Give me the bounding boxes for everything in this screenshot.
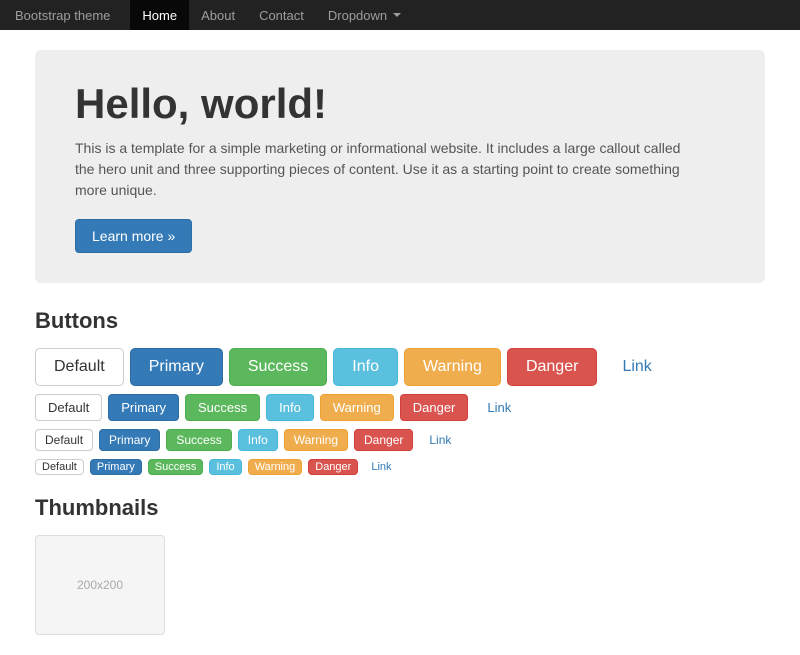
buttons-section-title: Buttons <box>35 308 765 334</box>
btn-danger-md[interactable]: Danger <box>400 394 469 421</box>
btn-warning-xs[interactable]: Warning <box>248 459 303 475</box>
btn-info-sm[interactable]: Info <box>238 429 278 451</box>
button-row-sm: Default Primary Success Info Warning Dan… <box>35 429 765 451</box>
nav-item-about[interactable]: About <box>189 0 247 30</box>
btn-primary-lg[interactable]: Primary <box>130 348 223 386</box>
btn-primary-sm[interactable]: Primary <box>99 429 160 451</box>
thumbnails-section-title: Thumbnails <box>35 495 765 521</box>
btn-danger-xs[interactable]: Danger <box>308 459 358 475</box>
btn-warning-md[interactable]: Warning <box>320 394 394 421</box>
btn-success-xs[interactable]: Success <box>148 459 204 475</box>
hero-heading: Hello, world! <box>75 80 725 128</box>
dropdown-label: Dropdown <box>328 8 387 23</box>
hero-description: This is a template for a simple marketin… <box>75 138 695 201</box>
btn-success-sm[interactable]: Success <box>166 429 231 451</box>
btn-default-xs[interactable]: Default <box>35 459 84 475</box>
btn-info-lg[interactable]: Info <box>333 348 398 386</box>
nav-item-home[interactable]: Home <box>130 0 189 30</box>
btn-default-lg[interactable]: Default <box>35 348 124 386</box>
jumbotron: Hello, world! This is a template for a s… <box>35 50 765 283</box>
button-row-xs: Default Primary Success Info Warning Dan… <box>35 459 765 475</box>
nav-item-dropdown[interactable]: Dropdown <box>316 0 413 30</box>
thumbnail-label: 200x200 <box>77 578 123 592</box>
btn-success-lg[interactable]: Success <box>229 348 327 386</box>
btn-info-md[interactable]: Info <box>266 394 314 421</box>
btn-primary-md[interactable]: Primary <box>108 394 179 421</box>
btn-danger-lg[interactable]: Danger <box>507 348 597 386</box>
learn-more-button[interactable]: Learn more » <box>75 219 192 253</box>
btn-link-md[interactable]: Link <box>474 394 524 421</box>
buttons-section: Buttons Default Primary Success Info War… <box>35 308 765 475</box>
thumbnail-placeholder: 200x200 <box>35 535 165 635</box>
btn-success-md[interactable]: Success <box>185 394 260 421</box>
btn-link-lg[interactable]: Link <box>603 348 670 386</box>
btn-default-md[interactable]: Default <box>35 394 102 421</box>
navbar-brand[interactable]: Bootstrap theme <box>15 8 110 23</box>
nav-items: Home About Contact Dropdown <box>130 0 413 30</box>
btn-default-sm[interactable]: Default <box>35 429 93 451</box>
btn-link-xs[interactable]: Link <box>364 459 398 475</box>
btn-warning-lg[interactable]: Warning <box>404 348 501 386</box>
button-row-md: Default Primary Success Info Warning Dan… <box>35 394 765 421</box>
nav-item-contact[interactable]: Contact <box>247 0 316 30</box>
navbar: Bootstrap theme Home About Contact Dropd… <box>0 0 800 30</box>
thumbnails-section: Thumbnails 200x200 <box>35 495 765 635</box>
btn-warning-sm[interactable]: Warning <box>284 429 348 451</box>
btn-danger-sm[interactable]: Danger <box>354 429 413 451</box>
btn-info-xs[interactable]: Info <box>209 459 241 475</box>
button-row-lg: Default Primary Success Info Warning Dan… <box>35 348 765 386</box>
main-content: Hello, world! This is a template for a s… <box>20 30 780 655</box>
chevron-down-icon <box>393 13 401 17</box>
btn-link-sm[interactable]: Link <box>419 429 461 451</box>
btn-primary-xs[interactable]: Primary <box>90 459 142 475</box>
